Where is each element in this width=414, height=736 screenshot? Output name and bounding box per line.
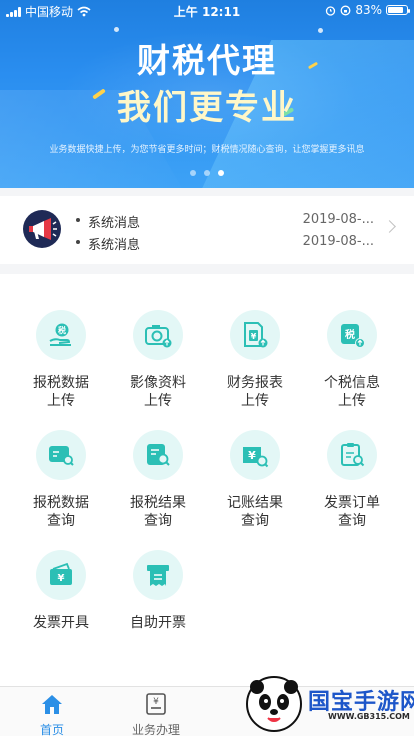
service-report-upload[interactable]: ¥ 财务报表 上传 xyxy=(205,274,305,409)
report-upload-icon: ¥ xyxy=(244,322,268,348)
notice-item[interactable]: 系统消息 2019-08-... xyxy=(74,232,374,253)
tab-label: 首页 xyxy=(39,723,64,736)
promo-banner[interactable]: 中国移动 上午 12:11 83% 财税代理 我们更专业 业务数据快捷上传，为您… xyxy=(0,0,414,188)
tab-label: 业务办理 xyxy=(131,723,180,736)
tax-data-query-icon xyxy=(49,446,74,466)
notice-title: 系统消息 xyxy=(88,238,141,253)
svg-text:¥: ¥ xyxy=(153,697,159,707)
home-icon xyxy=(42,695,62,714)
site-watermark: 国宝手游网 WWW.GB315.COM xyxy=(232,664,414,736)
svg-text:¥: ¥ xyxy=(251,332,257,341)
home-screen: 中国移动 上午 12:11 83% 财税代理 我们更专业 业务数据快捷上传，为您… xyxy=(0,0,414,736)
service-label: 自助开票 xyxy=(130,615,186,631)
svg-text:¥: ¥ xyxy=(58,573,65,584)
battery-percent: 83% xyxy=(355,3,382,17)
bookkeeping-query-icon: ¥ xyxy=(243,447,269,468)
bullet xyxy=(76,218,80,222)
self-invoice-icon xyxy=(147,565,169,586)
status-bar: 中国移动 上午 12:11 83% xyxy=(0,0,414,20)
banner-slogan: 我们更专业 xyxy=(117,88,297,128)
tax-upload-icon: 税 xyxy=(49,323,71,346)
service-label: 发票开具 xyxy=(33,615,89,631)
svg-text:¥: ¥ xyxy=(248,449,256,462)
chevron-right-icon[interactable] xyxy=(383,220,396,233)
camera-upload-icon xyxy=(145,325,172,348)
service-invoice-issue[interactable]: ¥ 发票开具 xyxy=(11,514,111,631)
banner-subtitle: 业务数据快捷上传，为您节省更多时间；财税情况随心查询，让您掌握更多讯息 xyxy=(49,145,365,155)
megaphone-icon xyxy=(22,209,62,249)
carousel-indicator[interactable] xyxy=(0,170,414,176)
notice-title: 系统消息 xyxy=(88,216,141,231)
service-grid: 税 报税数据 上传 影像资料 上传 ¥ 财务报表 上传 税 个税信息 上传 报税… xyxy=(0,274,414,686)
service-image-upload[interactable]: 影像资料 上传 xyxy=(108,274,208,409)
service-label: 发票订单 查询 xyxy=(324,495,380,529)
battery-icon xyxy=(386,5,410,15)
notice-item[interactable]: 系统消息 2019-08-... xyxy=(74,210,374,231)
panda-logo-icon xyxy=(246,676,302,732)
service-tax-data-query[interactable]: 报税数据 查询 xyxy=(11,394,111,529)
service-self-invoice[interactable]: 自助开票 xyxy=(108,514,208,631)
bullet xyxy=(76,240,80,244)
carousel-dot-active[interactable] xyxy=(218,170,224,176)
carousel-dot[interactable] xyxy=(190,170,196,176)
invoice-issue-icon: ¥ xyxy=(50,562,72,585)
svg-text:税: 税 xyxy=(345,328,355,341)
tab-home[interactable]: 首页 xyxy=(0,687,104,736)
banner-title: 财税代理 xyxy=(137,41,277,80)
service-bookkeeping-query[interactable]: ¥ 记账结果 查询 xyxy=(205,394,305,529)
rotation-lock-icon xyxy=(340,5,351,15)
business-icon: ¥ xyxy=(146,693,166,715)
service-invoice-order-query[interactable]: 发票订单 查询 xyxy=(302,394,402,529)
personal-tax-upload-icon: 税 xyxy=(341,324,365,348)
notice-date: 2019-08-... xyxy=(302,212,374,227)
service-tax-data-upload[interactable]: 税 报税数据 上传 xyxy=(11,274,111,409)
service-label: 记账结果 查询 xyxy=(227,495,283,529)
watermark-url: WWW.GB315.COM xyxy=(328,712,410,721)
tab-business[interactable]: ¥ 业务办理 xyxy=(104,687,208,736)
tax-result-query-icon xyxy=(147,444,170,466)
notice-date: 2019-08-... xyxy=(302,234,374,249)
alarm-icon xyxy=(326,5,336,16)
system-notice-panel[interactable]: 系统消息 2019-08-... 系统消息 2019-08-... xyxy=(0,196,414,264)
invoice-order-query-icon xyxy=(341,443,365,467)
carousel-dot[interactable] xyxy=(204,170,210,176)
service-tax-result-query[interactable]: 报税结果 查询 xyxy=(108,394,208,529)
svg-text:税: 税 xyxy=(58,325,66,335)
service-personal-tax-upload[interactable]: 税 个税信息 上传 xyxy=(302,274,402,409)
